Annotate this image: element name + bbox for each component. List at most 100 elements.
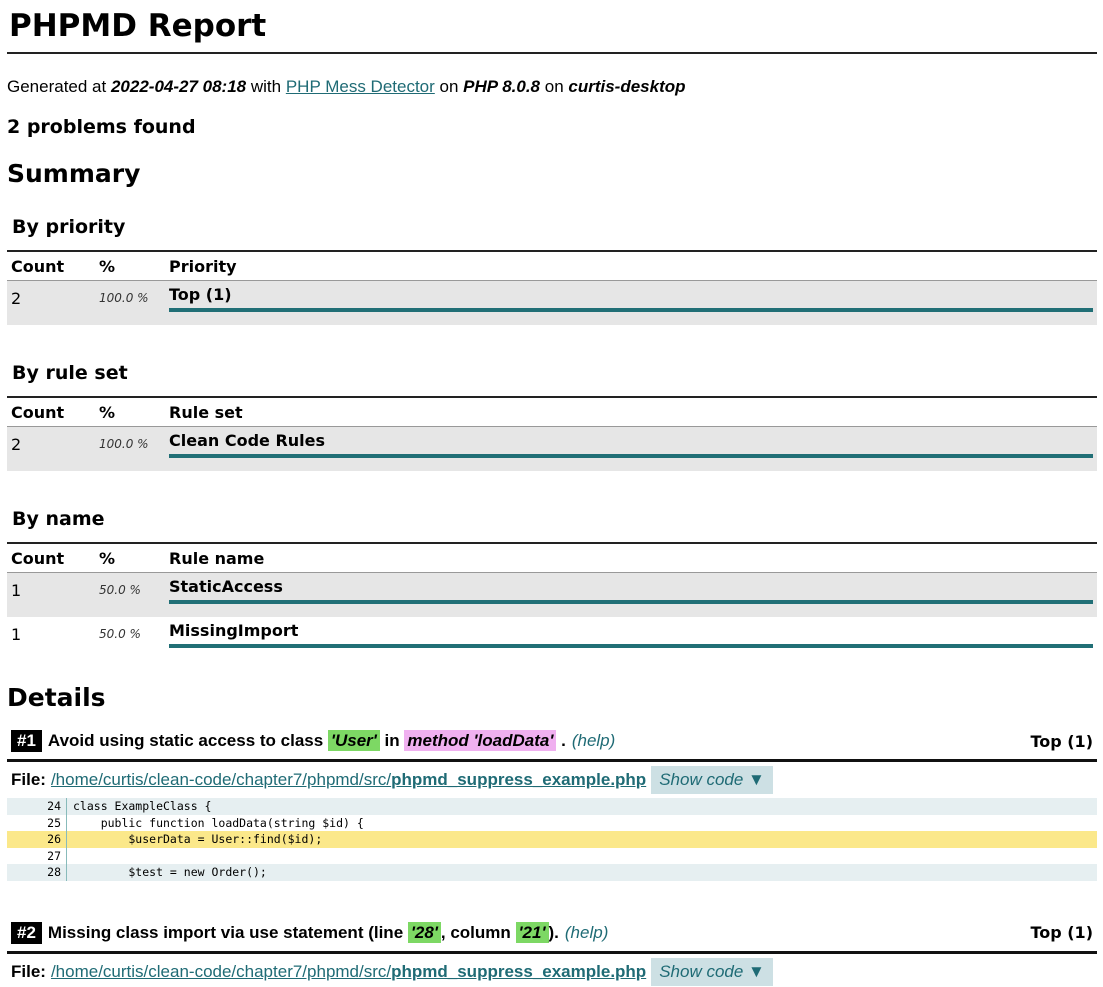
row-label: Top (1) <box>169 285 232 304</box>
line-number: 25 <box>7 814 67 831</box>
file-name: phpmd_suppress_example.php <box>391 770 647 789</box>
file-label: File: <box>11 770 46 789</box>
violation-message: Avoid using static access to class 'User… <box>47 730 566 751</box>
violation-description: #1 Avoid using static access to class 'Us… <box>11 730 615 752</box>
column-header: % <box>95 397 165 427</box>
column-header: Count <box>7 543 95 573</box>
column-header: Count <box>7 251 95 281</box>
code-line: 28 $test = new Order(); <box>7 864 1097 881</box>
column-header: Rule name <box>165 543 1097 573</box>
summary-table: Count% Rule set 2 100.0 % Clean Code Rules <box>7 396 1097 471</box>
highlighted-code-line: 26 $userData = User::find($id); <box>7 831 1097 848</box>
message-text: , column <box>440 922 516 942</box>
code-line: 24 class ExampleClass { <box>7 798 1097 815</box>
table-row: 1 50.0 % StaticAccess <box>7 572 1097 617</box>
table-row: 2 100.0 % Top (1) <box>7 280 1097 325</box>
count-cell: 1 <box>11 625 22 644</box>
violations-list: #1 Avoid using static access to class 'Us… <box>7 727 1097 987</box>
row-label: MissingImport <box>169 621 299 640</box>
violation-description: #2 Missing class import via use statement… <box>11 921 608 944</box>
code-line: 25 public function loadData(string $id) … <box>7 814 1097 831</box>
generated-info: Generated at 2022-04-27 08:18 with PHP M… <box>7 77 686 96</box>
file-directory: /home/curtis/clean-code/chapter7/phpmd/s… <box>50 770 392 789</box>
file-directory: /home/curtis/clean-code/chapter7/phpmd/s… <box>50 961 392 981</box>
summary-tables: By priority Count% Priority 2 100.0 % Top (1)… <box>7 215 1097 661</box>
summary-subtitle: By rule set <box>12 362 128 384</box>
count-cell: 2 <box>7 280 95 325</box>
column-header: Priority <box>165 251 1097 281</box>
summary-table: Count% Rule name 1 50.0 % StaticAccess 1 50.0 … <box>7 542 1097 661</box>
line-number: 27 <box>7 847 67 864</box>
percentage-bar <box>169 454 1093 458</box>
file-row: File:/home/curtis/clean-code/chapter7/ph… <box>7 957 1097 987</box>
summary-title: Summary <box>7 159 141 188</box>
count-cell: 2 <box>7 426 95 471</box>
column-header: Rule set <box>165 397 1097 427</box>
label-cell: MissingImport <box>165 617 1097 661</box>
summary-subtitle: By priority <box>12 216 126 238</box>
file-row: File:/home/curtis/clean-code/chapter7/ph… <box>7 765 1097 795</box>
label-cell: Top (1) <box>165 280 1097 325</box>
message-highlight: '28' <box>407 921 441 943</box>
violation-header: #2 Missing class import via use statement… <box>7 919 1097 954</box>
show-code-button[interactable]: Show code ▼ <box>651 766 773 794</box>
file-name: phpmd_suppress_example.php <box>391 961 647 981</box>
row-label: Clean Code Rules <box>169 431 326 450</box>
host-name: curtis-desktop <box>568 77 686 96</box>
violation-message: Missing class import via use statement (… <box>47 921 559 943</box>
violation-number: #2 <box>11 921 42 944</box>
line-number: 28 <box>7 864 67 881</box>
message-text: Avoid using static access to class <box>47 731 328 750</box>
help-link[interactable]: (help) <box>572 731 615 751</box>
priority-label: Top (1) <box>1030 923 1093 942</box>
details-title: Details <box>7 683 106 712</box>
percent-cell: 50.0 % <box>99 627 141 641</box>
violation-number: #1 <box>11 730 42 752</box>
message-text: ). <box>548 922 559 942</box>
file-path-link[interactable]: /home/curtis/clean-code/chapter7/phpmd/s… <box>51 770 646 790</box>
line-source: $userData = User::find($id); <box>73 832 323 846</box>
label-cell: Clean Code Rules <box>165 426 1097 471</box>
problems-found: 2 problems found <box>7 116 196 138</box>
message-highlight: '21' <box>515 921 549 943</box>
code-snippet: 24 class ExampleClass {25 public function… <box>7 798 1097 881</box>
percentage-bar <box>169 644 1093 648</box>
message-text: . <box>556 731 566 750</box>
column-header: % <box>95 251 165 281</box>
help-link[interactable]: (help) <box>565 923 608 943</box>
column-header: % <box>95 543 165 573</box>
summary-table: Count% Priority 2 100.0 % Top (1) <box>7 250 1097 325</box>
label-cell: StaticAccess <box>165 572 1097 617</box>
line-source: $test = new Order(); <box>73 865 267 879</box>
file-path-link[interactable]: /home/curtis/clean-code/chapter7/phpmd/s… <box>51 962 646 982</box>
violation-header: #1 Avoid using static access to class 'Us… <box>7 727 1097 762</box>
generated-datetime: 2022-04-27 08:18 <box>110 77 247 96</box>
message-text: in <box>379 731 405 750</box>
line-source: class ExampleClass { <box>73 799 212 813</box>
message-highlight: 'User' <box>327 730 380 751</box>
column-header: Count <box>7 397 95 427</box>
count-cell: 1 <box>7 572 95 617</box>
php-mess-detector-link[interactable]: PHP Mess Detector <box>286 77 435 96</box>
line-source <box>67 848 73 865</box>
message-text: Missing class import via use statement (… <box>47 922 408 942</box>
percent-cell: 100.0 % <box>95 426 165 471</box>
line-number: 26 <box>7 831 67 848</box>
table-row: 1 50.0 % MissingImport <box>7 617 1097 661</box>
php-version: PHP 8.0.8 <box>463 77 541 96</box>
percent-cell: 100.0 % <box>95 280 165 325</box>
percentage-bar <box>169 600 1093 604</box>
page-title: PHPMD Report <box>7 0 1097 54</box>
message-highlight: method 'loadData' <box>404 730 557 751</box>
file-label: File: <box>11 961 46 981</box>
line-source: public function loadData(string $id) { <box>73 815 364 830</box>
percentage-bar <box>169 308 1093 312</box>
percent-cell: 50.0 % <box>95 572 165 617</box>
code-line: 27 <box>7 847 1097 865</box>
show-code-button[interactable]: Show code ▼ <box>651 957 773 986</box>
summary-subtitle: By name <box>12 508 105 530</box>
table-row: 2 100.0 % Clean Code Rules <box>7 426 1097 471</box>
row-label: StaticAccess <box>169 577 283 596</box>
line-number: 24 <box>7 798 67 815</box>
priority-label: Top (1) <box>1030 731 1093 751</box>
